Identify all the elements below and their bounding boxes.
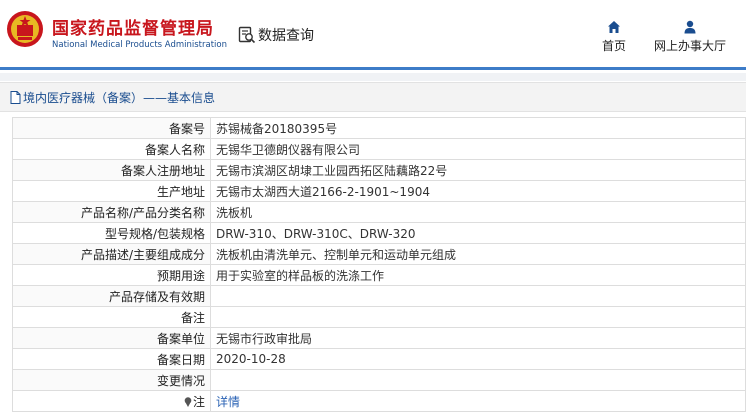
- row-label: 型号规格/包装规格: [12, 222, 211, 244]
- note-label: 注: [192, 394, 205, 409]
- row-label: 变更情况: [12, 369, 211, 391]
- row-value: DRW-310、DRW-310C、DRW-320: [210, 222, 746, 244]
- table-row: 注 详情: [12, 390, 746, 412]
- row-label: 备案人名称: [12, 138, 211, 160]
- row-value: [210, 369, 746, 391]
- row-value: [210, 306, 746, 328]
- site-header: 国家药品监督管理局 National Medical Products Admi…: [0, 0, 746, 70]
- table-row: 生产地址 无锡市太湖西大道2166-2-1901~1904: [12, 180, 746, 202]
- row-label: 产品描述/主要组成成分: [12, 243, 211, 265]
- table-row: 产品存储及有效期: [12, 285, 746, 307]
- row-label: 产品存储及有效期: [12, 285, 211, 307]
- nav-online-hall-label: 网上办事大厅: [653, 39, 726, 53]
- row-label: 产品名称/产品分类名称: [12, 201, 211, 223]
- row-value: 洗板机由清洗单元、控制单元和运动单元组成: [210, 243, 746, 265]
- pin-icon: [184, 396, 192, 407]
- row-value: 无锡市太湖西大道2166-2-1901~1904: [210, 180, 746, 202]
- row-value: 无锡市滨湖区胡埭工业园西拓区陆藕路22号: [210, 159, 746, 181]
- site-subtitle: National Medical Products Administration: [52, 40, 227, 50]
- row-value: [210, 285, 746, 307]
- row-label: 预期用途: [12, 264, 211, 286]
- row-label: 备案单位: [12, 327, 211, 349]
- table-row: 备案人名称 无锡华卫德朗仪器有限公司: [12, 138, 746, 160]
- table-row: 备案人注册地址 无锡市滨湖区胡埭工业园西拓区陆藕路22号: [12, 159, 746, 181]
- site-title[interactable]: 国家药品监督管理局: [52, 14, 214, 39]
- table-row: 产品名称/产品分类名称 洗板机: [12, 201, 746, 223]
- nav-home-label: 首页: [601, 39, 626, 53]
- row-label: 备案号: [12, 117, 211, 139]
- note-value-cell: 详情: [210, 390, 746, 412]
- user-icon: [684, 20, 696, 34]
- header-divider: [0, 73, 746, 81]
- row-value: 洗板机: [210, 201, 746, 223]
- row-value: 无锡市行政审批局: [210, 327, 746, 349]
- row-label: 备案人注册地址: [12, 159, 211, 181]
- row-label: 备案日期: [12, 348, 211, 370]
- row-value: 2020-10-28: [210, 348, 746, 370]
- row-value: 用于实验室的样品板的洗涤工作: [210, 264, 746, 286]
- row-label: 备注: [12, 306, 211, 328]
- table-row: 备注: [12, 306, 746, 328]
- row-label: 生产地址: [12, 180, 211, 202]
- emblem-logo-icon: [7, 11, 43, 47]
- table-row: 变更情况: [12, 369, 746, 391]
- note-label-cell: 注: [12, 390, 211, 412]
- document-icon: [10, 90, 21, 104]
- table-row: 备案号 苏锡械备20180395号: [12, 117, 746, 139]
- row-value: 无锡华卫德朗仪器有限公司: [210, 138, 746, 160]
- data-query-label: 数据查询: [258, 28, 314, 44]
- nav-home[interactable]: 首页: [596, 20, 632, 56]
- table-row: 型号规格/包装规格 DRW-310、DRW-310C、DRW-320: [12, 222, 746, 244]
- row-value: 苏锡械备20180395号: [210, 117, 746, 139]
- data-query-link[interactable]: 数据查询: [238, 24, 314, 46]
- nav-online-hall[interactable]: 网上办事大厅: [650, 20, 730, 56]
- record-table: 备案号 苏锡械备20180395号 备案人名称 无锡华卫德朗仪器有限公司 备案人注册…: [12, 117, 746, 412]
- table-row: 预期用途 用于实验室的样品板的洗涤工作: [12, 264, 746, 286]
- breadcrumb: 境内医疗器械（备案）——基本信息: [0, 82, 746, 112]
- breadcrumb-text: 境内医疗器械（备案）——基本信息: [23, 90, 216, 105]
- table-row: 备案单位 无锡市行政审批局: [12, 327, 746, 349]
- table-row: 产品描述/主要组成成分 洗板机由清洗单元、控制单元和运动单元组成: [12, 243, 746, 265]
- detail-link[interactable]: 详情: [216, 395, 240, 409]
- home-icon: [608, 21, 620, 33]
- search-document-icon: [238, 26, 256, 44]
- table-row: 备案日期 2020-10-28: [12, 348, 746, 370]
